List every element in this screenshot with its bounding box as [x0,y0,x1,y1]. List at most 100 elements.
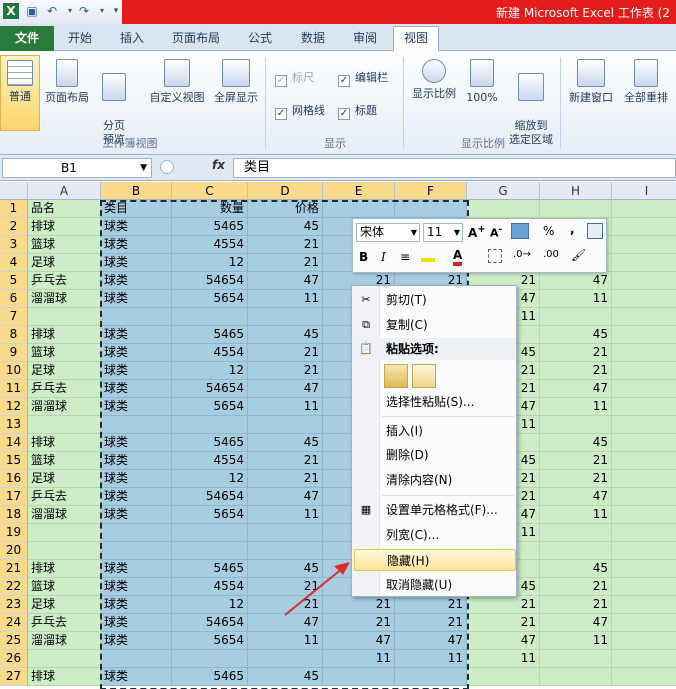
cell-i1[interactable] [612,200,676,218]
format-painter-icon[interactable]: 🖌 [571,248,586,262]
cell-b7[interactable] [101,308,172,326]
menu-item-paste-special[interactable]: 选择性粘贴(S)... [352,391,516,413]
cell-c19[interactable] [172,524,248,542]
cell-h21[interactable]: 45 [540,560,612,578]
cell-c26[interactable] [172,650,248,668]
column-header-i[interactable]: I [612,182,676,200]
cell-i7[interactable] [612,308,676,326]
cell-d17[interactable]: 47 [248,488,323,506]
grow-font-icon[interactable]: A+ [468,224,486,240]
cell-h19[interactable] [540,524,612,542]
cell-h13[interactable] [540,416,612,434]
cell-c14[interactable]: 5465 [172,434,248,452]
cell-a20[interactable] [28,542,101,560]
row-header[interactable]: 23 [0,596,28,614]
cell-d7[interactable] [248,308,323,326]
tab-file[interactable]: 文件 [0,26,54,51]
cell-d6[interactable]: 11 [248,290,323,308]
row-header[interactable]: 22 [0,578,28,596]
column-header-a[interactable]: A [28,182,101,200]
cell-h18[interactable]: 11 [540,506,612,524]
cell-f24[interactable]: 21 [395,614,467,632]
cell-i9[interactable] [612,344,676,362]
cell-d24[interactable]: 47 [248,614,323,632]
cell-d23[interactable]: 21 [248,596,323,614]
ruler-checkbox[interactable]: ✓ 标尺 [275,69,314,87]
cell-d11[interactable]: 47 [248,380,323,398]
row-header[interactable]: 2 [0,218,28,236]
cell-i12[interactable] [612,398,676,416]
row-header[interactable]: 18 [0,506,28,524]
cell-c23[interactable]: 12 [172,596,248,614]
row-header[interactable]: 16 [0,470,28,488]
zoom-button[interactable]: 显示比例 [408,59,460,101]
cell-h12[interactable]: 11 [540,398,612,416]
tab-data[interactable]: 数据 [293,27,333,51]
cell-i21[interactable] [612,560,676,578]
cell-f25[interactable]: 47 [395,632,467,650]
cell-b11[interactable]: 球类 [101,380,172,398]
page-break-preview-button[interactable]: 分页 预览 [95,59,133,147]
cell-f27[interactable] [395,668,467,686]
cell-i8[interactable] [612,326,676,344]
cell-g1[interactable] [467,200,540,218]
cell-c12[interactable]: 5654 [172,398,248,416]
cell-c10[interactable]: 12 [172,362,248,380]
cell-c21[interactable]: 5465 [172,560,248,578]
bold-button[interactable]: B [359,250,368,264]
cell-c27[interactable]: 5465 [172,668,248,686]
row-header[interactable]: 25 [0,632,28,650]
cell-c16[interactable]: 12 [172,470,248,488]
cell-b4[interactable]: 球类 [101,254,172,272]
row-header[interactable]: 12 [0,398,28,416]
menu-item-clear-contents[interactable]: 清除内容(N) [352,469,516,491]
cell-d26[interactable] [248,650,323,668]
cell-a19[interactable] [28,524,101,542]
custom-views-button[interactable]: 自定义视图 [146,59,208,105]
fill-color-icon[interactable] [421,248,435,262]
center-align-icon[interactable]: ≡ [400,250,410,264]
cell-i3[interactable] [612,236,676,254]
decrease-decimal-icon[interactable]: .00 [543,249,559,260]
cell-g23[interactable]: 21 [467,596,540,614]
cell-c15[interactable]: 4554 [172,452,248,470]
menu-item-format-cells[interactable]: ▦ 设置单元格格式(F)... [352,499,516,521]
cell-e23[interactable]: 21 [323,596,395,614]
cell-b2[interactable]: 球类 [101,218,172,236]
cell-c25[interactable]: 5654 [172,632,248,650]
tab-formulas[interactable]: 公式 [240,27,280,51]
font-size-select[interactable]: 11 ▼ [423,223,463,242]
paste-all-icon[interactable] [384,364,408,388]
row-header[interactable]: 26 [0,650,28,668]
cell-i24[interactable] [612,614,676,632]
gridlines-checkbox[interactable]: ✓ 网格线 [275,102,325,120]
cell-c7[interactable] [172,308,248,326]
cell-h20[interactable] [540,542,612,560]
cell-g26[interactable]: 11 [467,650,540,668]
cell-i23[interactable] [612,596,676,614]
cell-e27[interactable] [323,668,395,686]
cell-d10[interactable]: 21 [248,362,323,380]
cell-b18[interactable]: 球类 [101,506,172,524]
cell-a2[interactable]: 排球 [28,218,101,236]
cell-a18[interactable]: 溜溜球 [28,506,101,524]
cell-a21[interactable]: 排球 [28,560,101,578]
tab-view[interactable]: 视图 [393,26,439,51]
row-header[interactable]: 11 [0,380,28,398]
cell-b6[interactable]: 球类 [101,290,172,308]
insert-function-icon[interactable]: fx [212,158,225,172]
cell-a22[interactable]: 篮球 [28,578,101,596]
cell-h9[interactable]: 21 [540,344,612,362]
cell-c18[interactable]: 5654 [172,506,248,524]
cell-i15[interactable] [612,452,676,470]
comma-icon[interactable]: , [570,222,575,236]
cell-h27[interactable] [540,668,612,686]
cell-a25[interactable]: 溜溜球 [28,632,101,650]
column-header-f[interactable]: F [395,182,467,200]
format-painter-table-icon[interactable] [587,223,603,239]
cell-a12[interactable]: 溜溜球 [28,398,101,416]
cell-a8[interactable]: 排球 [28,326,101,344]
cell-a23[interactable]: 足球 [28,596,101,614]
full-screen-button[interactable]: 全屏显示 [210,59,262,105]
cell-b19[interactable] [101,524,172,542]
